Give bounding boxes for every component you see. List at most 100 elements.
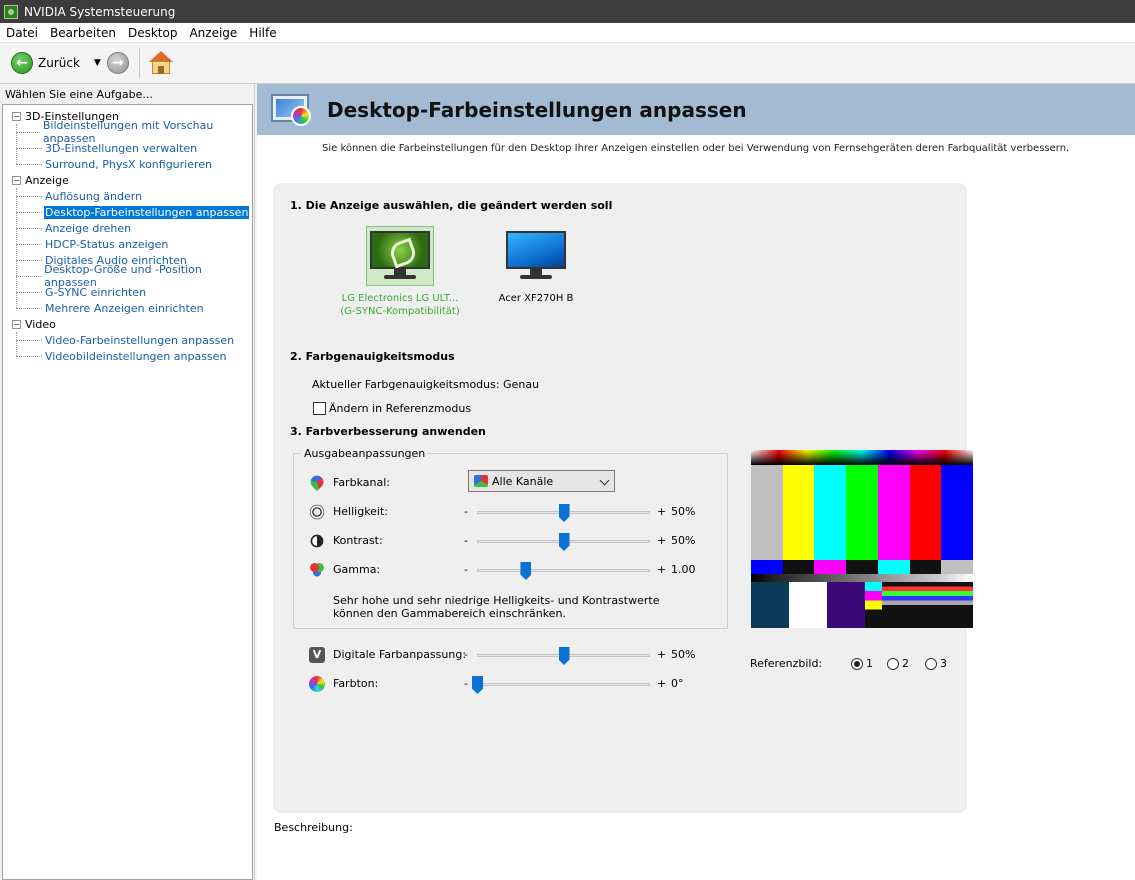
slider-thumb[interactable]	[520, 562, 532, 580]
task-pane-header: Wählen Sie eine Aufgabe...	[5, 88, 153, 101]
digital-vibrance-slider[interactable]: - + 50%	[464, 647, 704, 666]
history-dropdown-icon[interactable]: ▼	[94, 58, 101, 68]
chevron-down-icon	[599, 475, 610, 486]
hue-value: 0°	[671, 677, 684, 690]
color-bar	[846, 465, 878, 560]
sidebar-item-videobildeinstellungen[interactable]: Videobildeinstellungen anpassen	[3, 348, 252, 364]
sidebar-item-video-farbeinstellungen[interactable]: Video-Farbeinstellungen anpassen	[3, 332, 252, 348]
back-button-label[interactable]: Zurück	[38, 56, 80, 70]
page-intro: Sie können die Farbeinstellungen für den…	[322, 143, 1070, 154]
window-title: NVIDIA Systemsteuerung	[24, 4, 176, 19]
sidebar-item-desktop-groesse[interactable]: Desktop-Größe und -Position anpassen	[3, 263, 252, 289]
contrast-value: 50%	[671, 534, 696, 547]
main-content: Desktop-Farbeinstellungen anpassen Sie k…	[257, 84, 1135, 880]
rgb-icon	[474, 475, 488, 487]
menu-hilfe[interactable]: Hilfe	[243, 26, 282, 40]
output-adjustments-title: Ausgabeanpassungen	[301, 447, 429, 460]
collapse-icon[interactable]: −	[12, 319, 21, 329]
description-label: Beschreibung:	[274, 821, 353, 834]
reference-option-3[interactable]: 3	[925, 657, 947, 670]
digital-vibrance-icon: V	[309, 647, 325, 663]
tree-group-video: − Video Video-Farbeinstellungen anpassen…	[3, 316, 252, 364]
page-banner: Desktop-Farbeinstellungen anpassen	[257, 84, 1135, 135]
section-3-title: 3. Farbverbesserung anwenden	[290, 425, 486, 438]
display-subtitle: (G-SYNC-Kompatibilität)	[340, 306, 460, 317]
display-lg-ultragear[interactable]: LG Electronics LG ULT... (G-SYNC-Kompati…	[335, 226, 465, 318]
contrast-icon	[310, 534, 324, 548]
sidebar-item-desktop-farbeinstellungen[interactable]: Desktop-Farbeinstellungen anpassen	[3, 204, 252, 220]
section-1-title: 1. Die Anzeige auswählen, die geändert w…	[290, 199, 613, 212]
display-acer-xf270h[interactable]: Acer XF270H B	[471, 226, 601, 305]
slider-thumb[interactable]	[472, 676, 483, 694]
slider-thumb[interactable]	[558, 647, 570, 665]
slider-thumb[interactable]	[558, 533, 570, 551]
toolbar: ← Zurück ▼ →	[0, 43, 1135, 84]
menu-desktop[interactable]: Desktop	[122, 26, 184, 40]
display-name: Acer XF270H B	[498, 293, 574, 304]
nvidia-app-icon	[4, 4, 18, 19]
section-2-title: 2. Farbgenauigkeitsmodus	[290, 350, 455, 363]
hue-slider[interactable]: - + 0°	[464, 676, 704, 695]
monitor-icon	[370, 231, 430, 281]
reference-option-1[interactable]: 1	[851, 657, 873, 670]
brightness-value: 50%	[671, 505, 696, 518]
back-arrow-icon[interactable]: ←	[11, 52, 33, 74]
slider-thumb[interactable]	[558, 504, 570, 522]
gamma-label: Gamma:	[333, 563, 381, 576]
reference-mode-label[interactable]: Ändern in Referenzmodus	[329, 402, 471, 415]
menu-anzeige[interactable]: Anzeige	[183, 26, 243, 40]
task-tree: − 3D-Einstellungen Bildeinstellungen mit…	[2, 104, 253, 880]
sidebar-item-surround-physx[interactable]: Surround, PhysX konfigurieren	[3, 156, 252, 172]
collapse-icon[interactable]: −	[12, 175, 21, 185]
radio-icon[interactable]	[925, 657, 937, 670]
home-icon[interactable]	[148, 50, 174, 76]
sidebar-item-bildeinstellungen[interactable]: Bildeinstellungen mit Vorschau anpassen	[3, 119, 252, 145]
brightness-label: Helligkeit:	[333, 505, 389, 518]
digital-vibrance-label: Digitale Farbanpassung:	[333, 648, 467, 661]
toolbar-separator	[138, 48, 140, 78]
color-channel-select[interactable]: Alle Kanäle	[468, 470, 615, 492]
tree-group-anzeige: − Anzeige Auflösung ändern Desktop-Farbe…	[3, 172, 252, 316]
sidebar-item-gsync[interactable]: G-SYNC einrichten	[3, 284, 252, 300]
hue-icon	[309, 676, 325, 692]
gamma-slider[interactable]: - + 1.00	[464, 562, 704, 581]
color-channel-label: Farbkanal:	[333, 476, 390, 489]
sidebar-item-hdcp-status[interactable]: HDCP-Status anzeigen	[3, 236, 252, 252]
contrast-slider[interactable]: - + 50%	[464, 533, 704, 552]
tree-node-anzeige[interactable]: − Anzeige	[3, 172, 252, 188]
monitor-icon	[506, 231, 566, 281]
sidebar-item-anzeige-drehen[interactable]: Anzeige drehen	[3, 220, 252, 236]
page-title: Desktop-Farbeinstellungen anpassen	[327, 97, 747, 122]
current-mode-text: Aktueller Farbgenauigkeitsmodus: Genau	[312, 378, 540, 391]
menu-bearbeiten[interactable]: Bearbeiten	[44, 26, 122, 40]
color-bar	[877, 465, 910, 560]
color-channel-value: Alle Kanäle	[492, 474, 554, 488]
color-bar	[751, 465, 783, 560]
hue-label: Farbton:	[333, 677, 379, 690]
brightness-slider[interactable]: - + 50%	[464, 504, 704, 523]
reference-option-2[interactable]: 2	[887, 657, 909, 670]
sidebar-item-3d-verwalten[interactable]: 3D-Einstellungen verwalten	[3, 140, 252, 156]
radio-icon[interactable]	[887, 657, 899, 670]
digital-vibrance-value: 50%	[671, 648, 696, 661]
title-bar: NVIDIA Systemsteuerung	[0, 0, 1135, 23]
gamma-icon	[309, 562, 325, 578]
menu-bar: Datei Bearbeiten Desktop Anzeige Hilfe	[0, 23, 1135, 43]
color-bar	[909, 465, 942, 560]
forward-arrow-icon[interactable]: →	[106, 52, 129, 74]
color-bar	[814, 465, 847, 560]
sidebar-item-aufloesung[interactable]: Auflösung ändern	[3, 188, 252, 204]
radio-icon[interactable]	[851, 657, 863, 670]
reference-image-label: Referenzbild:	[750, 657, 823, 670]
display-name: LG Electronics LG ULT...	[341, 293, 459, 304]
collapse-icon[interactable]: −	[12, 111, 21, 121]
color-bar	[941, 465, 973, 560]
menu-datei[interactable]: Datei	[0, 26, 44, 40]
brightness-icon	[312, 507, 322, 517]
tree-group-3d: − 3D-Einstellungen Bildeinstellungen mit…	[3, 108, 252, 172]
tree-node-video[interactable]: − Video	[3, 316, 252, 332]
reference-mode-checkbox[interactable]	[313, 402, 326, 415]
desktop-color-icon	[269, 90, 315, 130]
color-bar	[782, 465, 815, 560]
sidebar-item-mehrere-anzeigen[interactable]: Mehrere Anzeigen einrichten	[3, 300, 252, 316]
